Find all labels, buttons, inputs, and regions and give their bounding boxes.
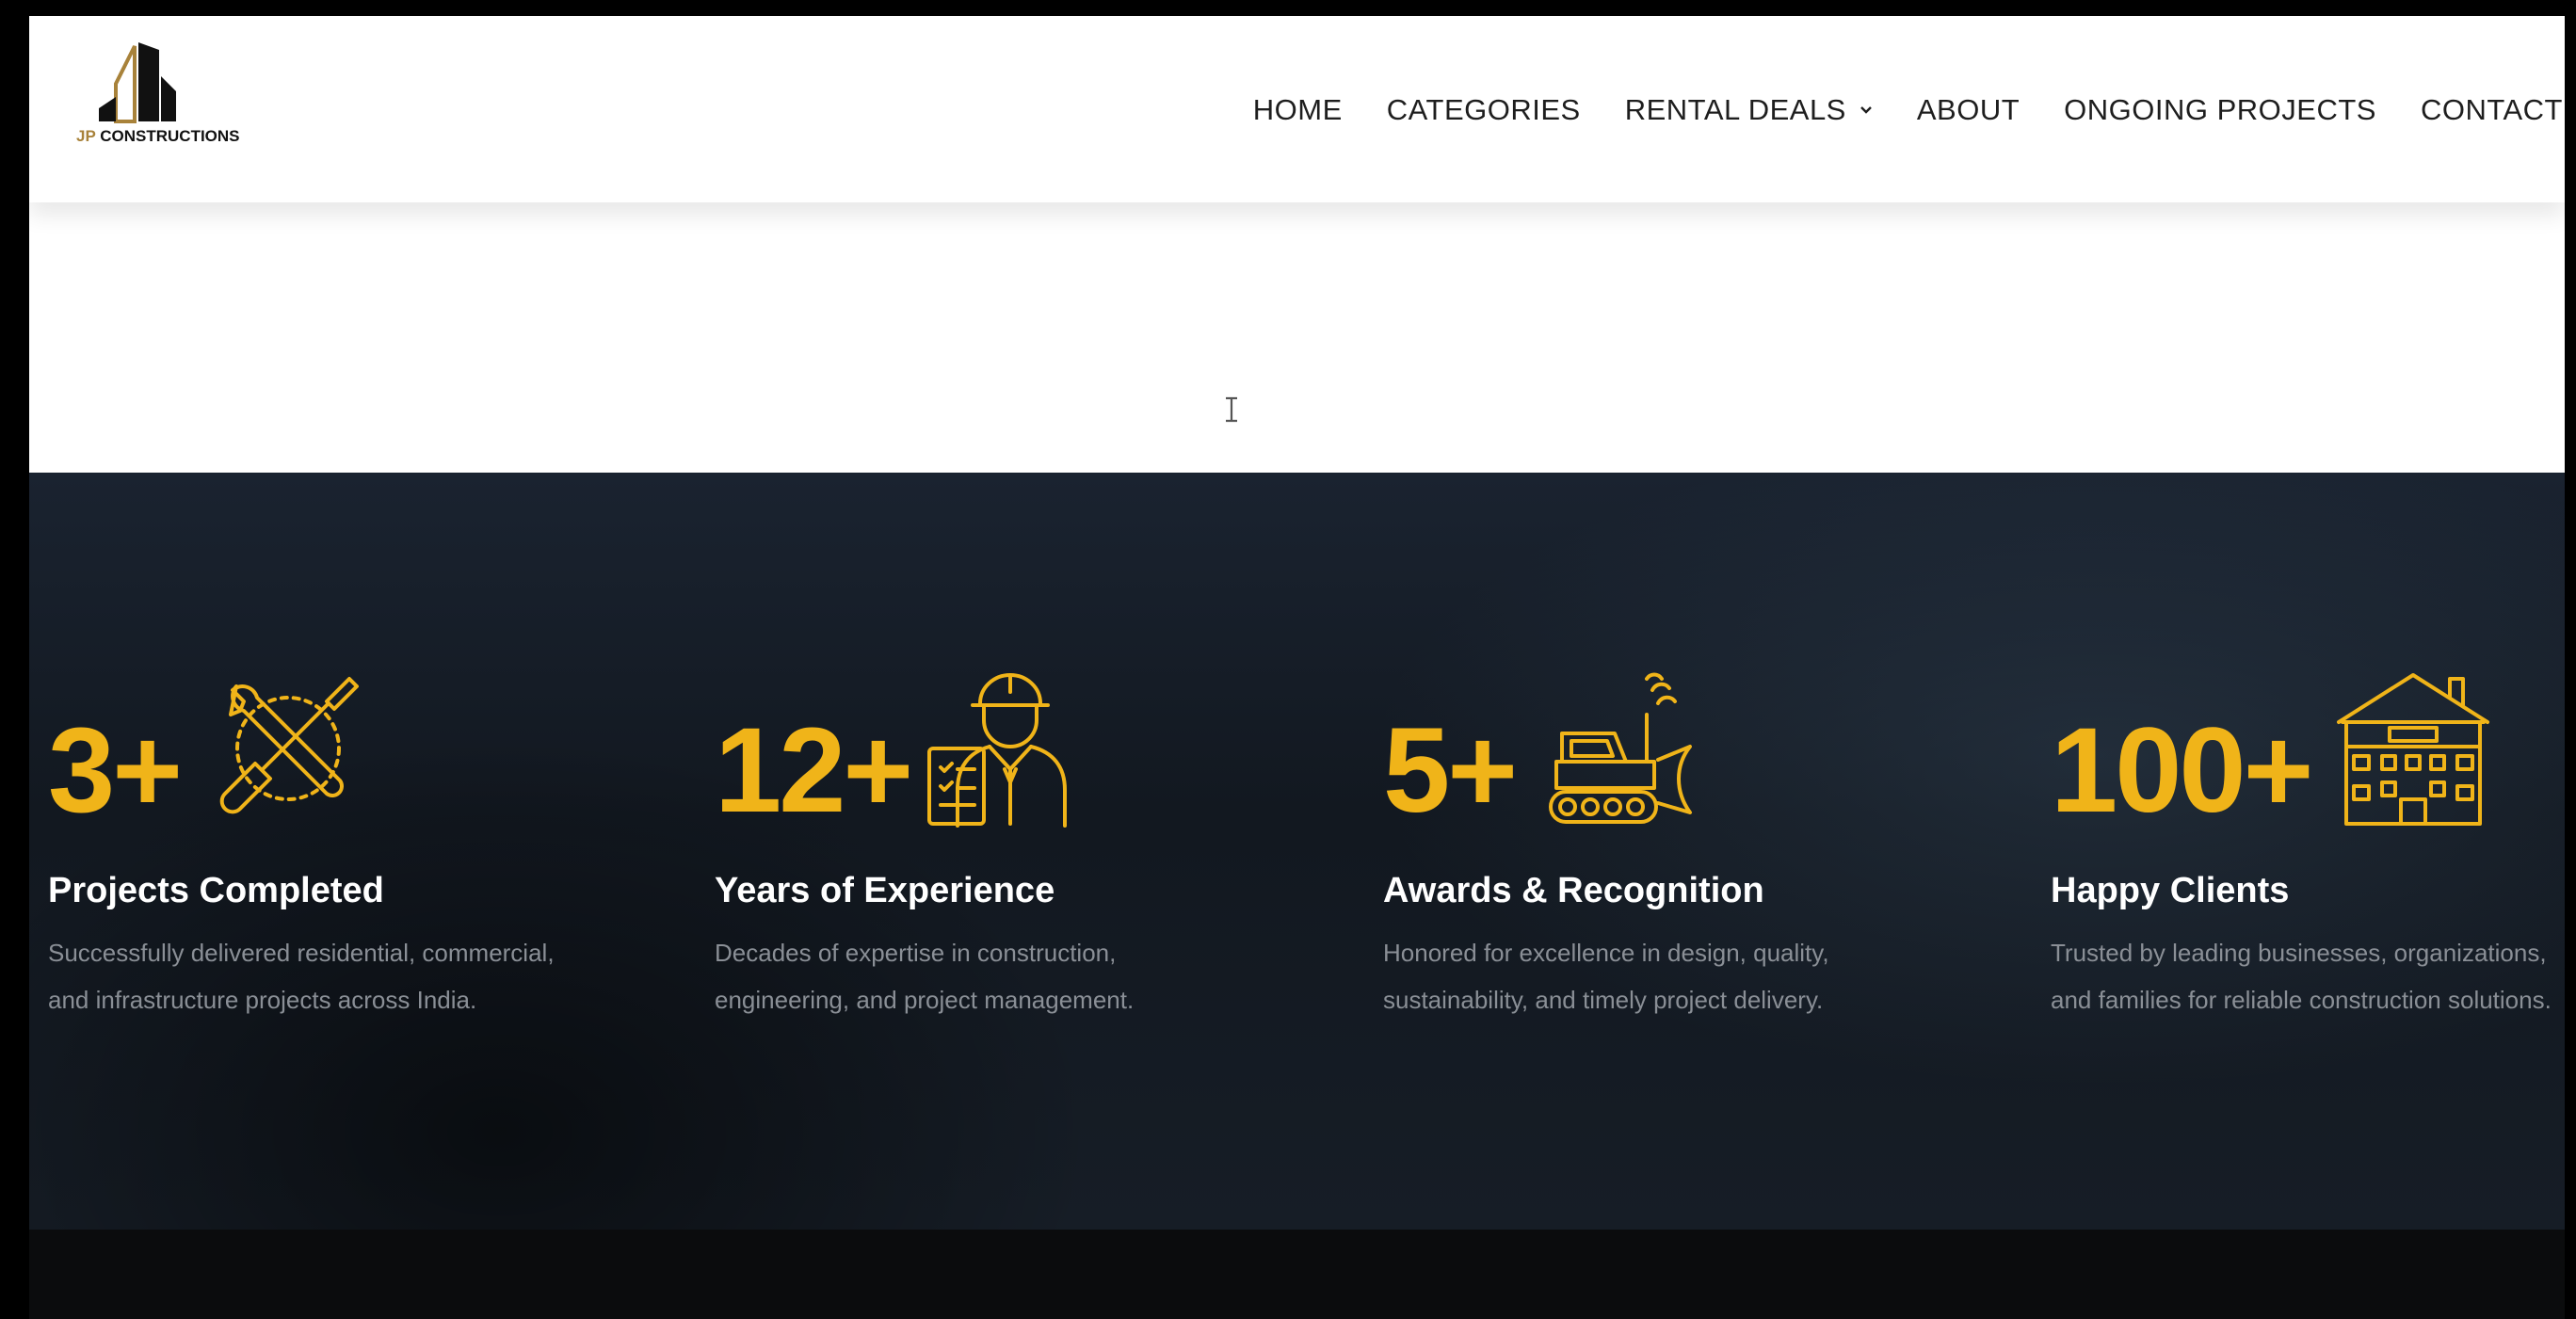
stat-description: Successfully delivered residential, comm… — [48, 939, 555, 1014]
bulldozer-icon — [1549, 672, 1692, 824]
main-nav: HOME CATEGORIES RENTAL DEALS ABOUT ONGOI… — [1253, 82, 2565, 138]
nav-rental-deals[interactable]: RENTAL DEALS — [1625, 93, 1873, 127]
logo-name: CONSTRUCTIONS — [100, 127, 240, 145]
logo-prefix: JP — [76, 127, 96, 145]
stat-value: 12+ — [715, 703, 913, 838]
nav-home[interactable]: HOME — [1253, 93, 1343, 127]
stat-description: Honored for excellence in design, qualit… — [1383, 939, 1829, 1014]
site-header: JP CONSTRUCTIONS HOME CATEGORIES RENTAL … — [29, 16, 2565, 202]
stats-section — [29, 473, 2565, 1230]
hero-blank-area — [29, 202, 2565, 473]
stat-description: Decades of expertise in construction, en… — [715, 939, 1135, 1014]
nav-rental-deals-label: RENTAL DEALS — [1624, 93, 1846, 126]
stat-projects-completed: 3+ Projects Completed Successfully deliv… — [48, 666, 632, 1014]
stat-title: Awards & Recognition — [1383, 871, 1764, 910]
nav-about[interactable]: ABOUT — [1917, 93, 2020, 127]
engineer-icon — [927, 673, 1067, 828]
nav-ongoing-projects[interactable]: ONGOING PROJECTS — [2064, 93, 2376, 127]
building-icon — [2337, 673, 2489, 826]
logo[interactable]: JP CONSTRUCTIONS — [48, 29, 240, 161]
nav-ongoing-projects-label: ONGOING PROJECTS — [2064, 93, 2376, 126]
nav-about-label: ABOUT — [1916, 93, 2021, 126]
stat-awards: 5+ Awards & Recognition Honored for exce… — [1383, 666, 1967, 1014]
website: JP CONSTRUCTIONS HOME CATEGORIES RENTAL … — [29, 16, 2565, 1319]
nav-contact-label: CONTACT — [2420, 93, 2563, 126]
chevron-down-icon — [1860, 106, 1872, 114]
stat-value: 5+ — [1383, 703, 1518, 838]
wrench-screwdriver-icon — [219, 677, 359, 814]
stat-title: Years of Experience — [715, 871, 1055, 910]
stat-years-experience: 12+ Years of Experience Decades of exper… — [715, 666, 1298, 1014]
stat-happy-clients: 100+ Happy Clients Trusted by leading bu… — [2051, 666, 2565, 1014]
logo-text: JP CONSTRUCTIONS — [76, 127, 240, 146]
stat-description: Trusted by leading businesses, organizat… — [2051, 939, 2552, 1014]
stat-value: 100+ — [2051, 703, 2313, 838]
nav-categories[interactable]: CATEGORIES — [1387, 93, 1581, 127]
footer-band — [29, 1230, 2565, 1319]
stat-value: 3+ — [48, 703, 183, 838]
stat-title: Projects Completed — [48, 871, 384, 910]
nav-contact[interactable]: CONTACT — [2421, 93, 2563, 127]
nav-categories-label: CATEGORIES — [1386, 93, 1581, 126]
stat-title: Happy Clients — [2051, 871, 2290, 910]
text-cursor-icon — [1226, 396, 1237, 423]
nav-home-label: HOME — [1252, 93, 1343, 126]
screen-frame: JP CONSTRUCTIONS HOME CATEGORIES RENTAL … — [0, 0, 2576, 1319]
